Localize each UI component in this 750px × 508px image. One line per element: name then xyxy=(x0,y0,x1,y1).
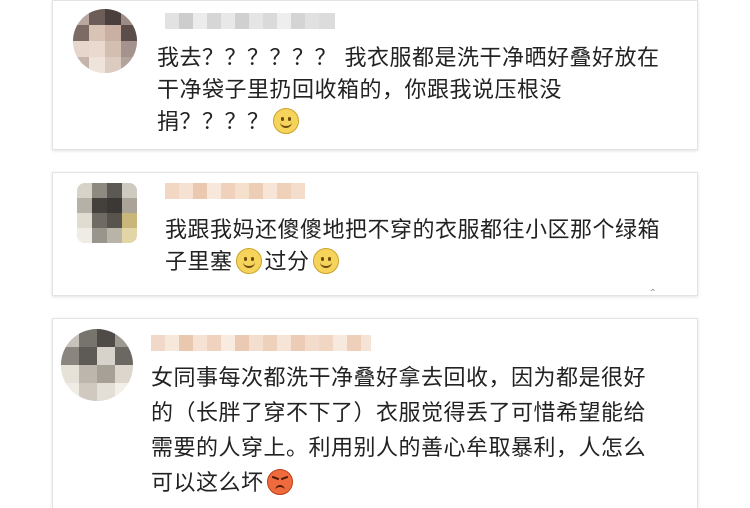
comment-line: 捐？？？？ xyxy=(157,107,660,139)
avatar[interactable] xyxy=(73,9,137,73)
username-blurred[interactable] xyxy=(165,183,305,199)
comment-line: 可以这么坏 xyxy=(151,466,646,501)
comment-card-2: 我跟我妈还傻傻地把不穿的衣服都往小区那个绿箱 子里塞 过分 ⌃ xyxy=(52,172,698,299)
comment-card-3: 女同事每次都洗干净叠好拿去回收，因为都是很好 的（长胖了穿不下了）衣服觉得丢了可… xyxy=(52,318,698,508)
comment-inline-text: 过分 xyxy=(264,250,310,275)
comment-line: 我去？？？？？？ 我衣服都是洗干净晒好叠好放在 xyxy=(157,46,660,71)
angry-emoji-icon xyxy=(266,469,293,495)
comment-line: 我跟我妈还傻傻地把不穿的衣服都往小区那个绿箱 xyxy=(165,218,661,243)
comment-text: 我去？？？？？？ 我衣服都是洗干净晒好叠好放在 干净袋子里扔回收箱的，你跟我说压… xyxy=(157,43,660,139)
comment-line: 需要的人穿上。利用别人的善心牟取暴利，人怎么 xyxy=(151,436,647,461)
avatar-blur xyxy=(73,9,137,73)
comment-line: 子里塞 过分 xyxy=(165,247,660,279)
username-blurred[interactable] xyxy=(165,13,335,29)
comment-text: 女同事每次都洗干净叠好拿去回收，因为都是很好 的（长胖了穿不下了）衣服觉得丢了可… xyxy=(151,361,646,501)
comment-line: 的（长胖了穿不下了）衣服觉得丢了可惜希望能给 xyxy=(151,401,647,426)
avatar[interactable] xyxy=(61,329,133,401)
smile-emoji-icon xyxy=(312,248,339,274)
avatar-blur xyxy=(77,183,137,243)
smile-emoji-icon xyxy=(235,248,262,274)
avatar-blur xyxy=(61,329,133,401)
username-blurred[interactable] xyxy=(151,335,371,351)
avatar[interactable] xyxy=(77,183,137,243)
corner-mark: ⌃ xyxy=(648,288,657,299)
comment-text: 我跟我妈还傻傻地把不穿的衣服都往小区那个绿箱 子里塞 过分 xyxy=(165,215,660,279)
comment-line: 干净袋子里扔回收箱的，你跟我说压根没 xyxy=(157,78,563,103)
comment-card-1: 我去？？？？？？ 我衣服都是洗干净晒好叠好放在 干净袋子里扔回收箱的，你跟我说压… xyxy=(52,0,698,150)
smile-emoji-icon xyxy=(272,108,299,134)
comment-line: 女同事每次都洗干净叠好拿去回收，因为都是很好 xyxy=(151,366,647,391)
